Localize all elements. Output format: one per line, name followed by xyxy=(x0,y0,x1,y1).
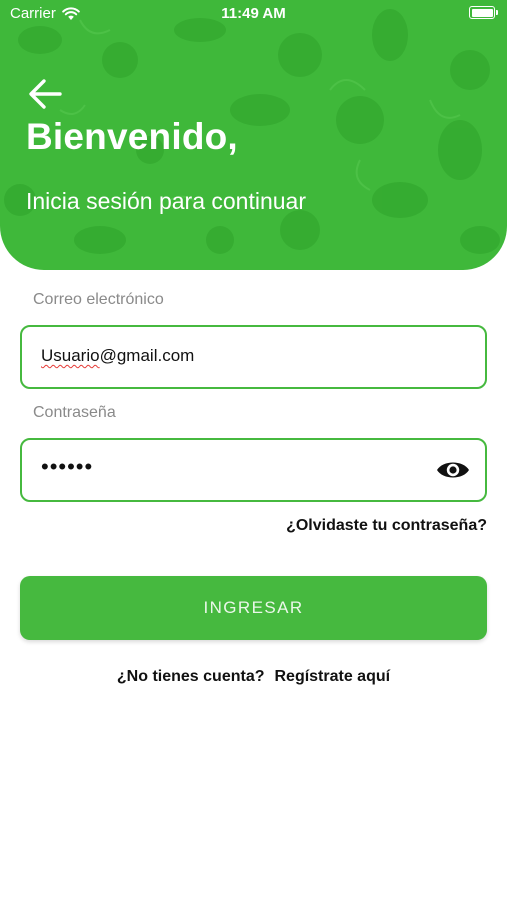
header-banner: Carrier 11:49 AM Bienvenido, Inicia sesi… xyxy=(0,0,507,270)
signup-prompt: ¿No tienes cuenta? xyxy=(116,668,265,685)
welcome-subtitle: Inicia sesión para continuar xyxy=(26,188,306,214)
welcome-title: Bienvenido, xyxy=(26,116,238,157)
login-button[interactable]: INGRESAR xyxy=(20,576,487,640)
password-field[interactable]: •••••• xyxy=(20,438,487,502)
status-bar: Carrier 11:49 AM xyxy=(0,0,507,28)
email-label: Correo electrónico xyxy=(33,291,164,308)
back-arrow-icon[interactable] xyxy=(26,76,66,112)
email-value-username: Usuario xyxy=(41,346,100,365)
forgot-password-link[interactable]: ¿Olvidaste tu contraseña? xyxy=(286,517,487,535)
email-field[interactable]: Usuario@gmail.com xyxy=(20,325,487,389)
status-time: 11:49 AM xyxy=(221,5,286,22)
email-value: Usuario@gmail.com xyxy=(41,346,194,366)
eye-icon[interactable] xyxy=(435,457,471,483)
battery-icon xyxy=(469,6,498,19)
email-value-domain: @gmail.com xyxy=(99,346,195,365)
signup-row: ¿No tienes cuenta? Regístrate aquí xyxy=(0,668,507,686)
signup-link[interactable]: Regístrate aquí xyxy=(274,668,390,685)
password-value: •••••• xyxy=(41,454,94,479)
password-label: Contraseña xyxy=(33,404,116,421)
